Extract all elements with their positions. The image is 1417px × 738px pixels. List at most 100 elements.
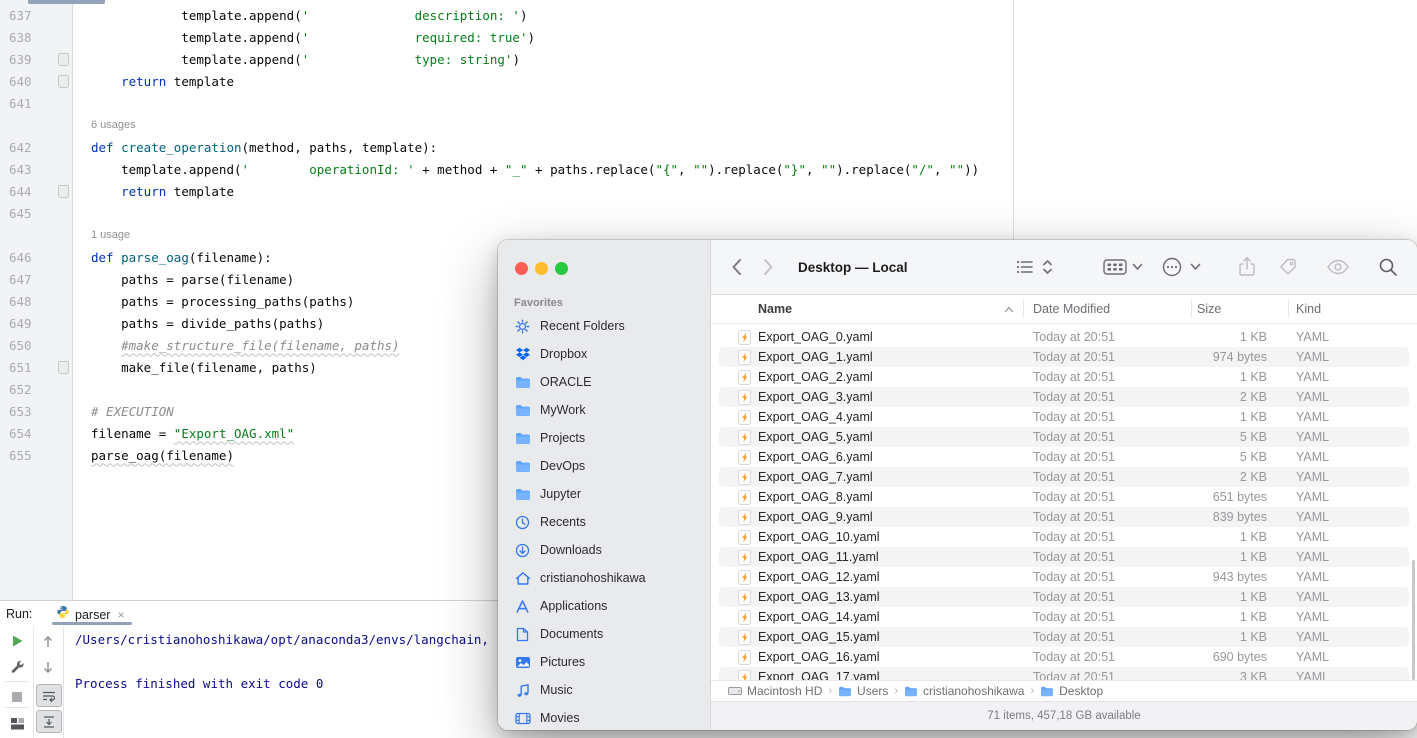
line-number[interactable]: 638 [0,30,45,45]
line-number[interactable]: 648 [0,294,45,309]
code-line[interactable]: 642def create_operation(method, paths, t… [0,136,1013,158]
sidebar-item-projects[interactable]: Projects [498,424,710,452]
table-row[interactable]: Export_OAG_4.yamlToday at 20:511 KBYAML [719,407,1409,427]
restore-layout-button[interactable] [7,713,27,733]
table-row[interactable]: Export_OAG_17.yamlToday at 20:513 KBYAML [719,667,1409,680]
column-header-name[interactable]: Name [758,295,792,323]
column-divider[interactable] [1191,300,1192,318]
chevron-down-icon[interactable] [1132,263,1143,271]
sidebar-item-applications[interactable]: Applications [498,592,710,620]
column-divider[interactable] [1023,300,1024,318]
line-number[interactable]: 651 [0,360,45,375]
settings-wrench-button[interactable] [7,657,27,677]
table-row[interactable]: Export_OAG_7.yamlToday at 20:512 KBYAML [719,467,1409,487]
sidebar-item-dropbox[interactable]: Dropbox [498,340,710,368]
list-scrollbar-thumb[interactable] [1412,560,1415,680]
sidebar-item-recents[interactable]: Recents [498,508,710,536]
sidebar-item-devops[interactable]: DevOps [498,452,710,480]
chevron-down-icon[interactable] [1190,263,1201,271]
table-row[interactable]: Export_OAG_13.yamlToday at 20:511 KBYAML [719,587,1409,607]
window-close-button[interactable] [515,262,528,275]
tag-button[interactable] [1278,257,1298,277]
line-number[interactable]: 649 [0,316,45,331]
line-number[interactable]: 639 [0,52,45,67]
share-button[interactable] [1238,256,1256,278]
line-number[interactable]: 646 [0,250,45,265]
forward-button[interactable] [763,258,774,276]
table-row[interactable]: Export_OAG_0.yamlToday at 20:511 KBYAML [719,327,1409,347]
run-console[interactable]: /Users/cristianohoshikawa/opt/anaconda3/… [75,629,489,695]
fold-marker-icon[interactable] [58,75,69,88]
code-line[interactable]: 644 return template [0,180,1013,202]
close-tab-icon[interactable]: × [117,608,124,622]
line-number[interactable]: 643 [0,162,45,177]
table-row[interactable]: Export_OAG_3.yamlToday at 20:512 KBYAML [719,387,1409,407]
fold-marker-icon[interactable] [58,185,69,198]
sidebar-item-documents[interactable]: Documents [498,620,710,648]
line-number[interactable]: 652 [0,382,45,397]
rerun-button[interactable] [7,631,27,651]
table-row[interactable]: Export_OAG_9.yamlToday at 20:51839 bytes… [719,507,1409,527]
line-number[interactable]: 653 [0,404,45,419]
sidebar-item-cristianohoshikawa[interactable]: cristianohoshikawa [498,564,710,592]
table-row[interactable]: Export_OAG_6.yamlToday at 20:515 KBYAML [719,447,1409,467]
line-number[interactable]: 650 [0,338,45,353]
column-header-kind[interactable]: Kind [1296,295,1321,323]
column-header-size[interactable]: Size [1197,295,1221,323]
sidebar-item-oracle[interactable]: ORACLE [498,368,710,396]
table-row[interactable]: Export_OAG_5.yamlToday at 20:515 KBYAML [719,427,1409,447]
window-minimize-button[interactable] [535,262,548,275]
table-row[interactable]: Export_OAG_8.yamlToday at 20:51651 bytes… [719,487,1409,507]
table-row[interactable]: Export_OAG_10.yamlToday at 20:511 KBYAML [719,527,1409,547]
code-line[interactable]: 640 return template [0,70,1013,92]
line-number[interactable]: 642 [0,140,45,155]
usage-annotation-line[interactable]: 6 usages [0,114,1013,136]
stop-button[interactable] [7,687,27,707]
table-row[interactable]: Export_OAG_2.yamlToday at 20:511 KBYAML [719,367,1409,387]
sidebar-item-downloads[interactable]: Downloads [498,536,710,564]
code-line[interactable]: 639 template.append(' type: string') [0,48,1013,70]
soft-wrap-toggle[interactable] [36,684,62,707]
sidebar-item-mywork[interactable]: MyWork [498,396,710,424]
sidebar-item-pictures[interactable]: Pictures [498,648,710,676]
line-number[interactable]: 644 [0,184,45,199]
line-number[interactable]: 645 [0,206,45,221]
sidebar-item-recent-folders[interactable]: Recent Folders [498,312,710,340]
table-row[interactable]: Export_OAG_16.yamlToday at 20:51690 byte… [719,647,1409,667]
line-number[interactable]: 640 [0,74,45,89]
line-number[interactable]: 655 [0,448,45,463]
breadcrumb-item-users[interactable]: Users [838,684,888,698]
view-list-button[interactable] [1016,259,1038,275]
breadcrumb-item-cristianohoshikawa[interactable]: cristianohoshikawa [904,684,1024,698]
table-row[interactable]: Export_OAG_11.yamlToday at 20:511 KBYAML [719,547,1409,567]
column-divider[interactable] [1288,300,1289,318]
group-button[interactable] [1103,258,1127,276]
actions-button[interactable] [1161,256,1183,278]
table-row[interactable]: Export_OAG_14.yamlToday at 20:511 KBYAML [719,607,1409,627]
next-occurrence-button[interactable] [38,657,58,677]
back-button[interactable] [731,258,742,276]
line-number[interactable]: 647 [0,272,45,287]
prev-occurrence-button[interactable] [38,631,58,651]
sidebar-item-jupyter[interactable]: Jupyter [498,480,710,508]
table-row[interactable]: Export_OAG_1.yamlToday at 20:51974 bytes… [719,347,1409,367]
line-number[interactable]: 637 [0,8,45,23]
table-row[interactable]: Export_OAG_12.yamlToday at 20:51943 byte… [719,567,1409,587]
sidebar-item-movies[interactable]: Movies [498,704,710,730]
preview-eye-button[interactable] [1326,259,1350,275]
code-line[interactable]: 643 template.append(' operationId: ' + m… [0,158,1013,180]
fold-marker-icon[interactable] [58,53,69,66]
breadcrumb-item-desktop[interactable]: Desktop [1040,684,1103,698]
fold-marker-icon[interactable] [58,361,69,374]
scroll-to-end-toggle[interactable] [36,710,62,733]
code-line[interactable]: 641 [0,92,1013,114]
line-number[interactable]: 654 [0,426,45,441]
line-number[interactable]: 641 [0,96,45,111]
code-line[interactable]: 645 [0,202,1013,224]
table-row[interactable]: Export_OAG_15.yamlToday at 20:511 KBYAML [719,627,1409,647]
code-line[interactable]: 637 template.append(' description: ') [0,4,1013,26]
column-header-date[interactable]: Date Modified [1033,295,1110,323]
sort-ascending-icon[interactable] [1004,295,1014,323]
sidebar-item-music[interactable]: Music [498,676,710,704]
window-zoom-button[interactable] [555,262,568,275]
